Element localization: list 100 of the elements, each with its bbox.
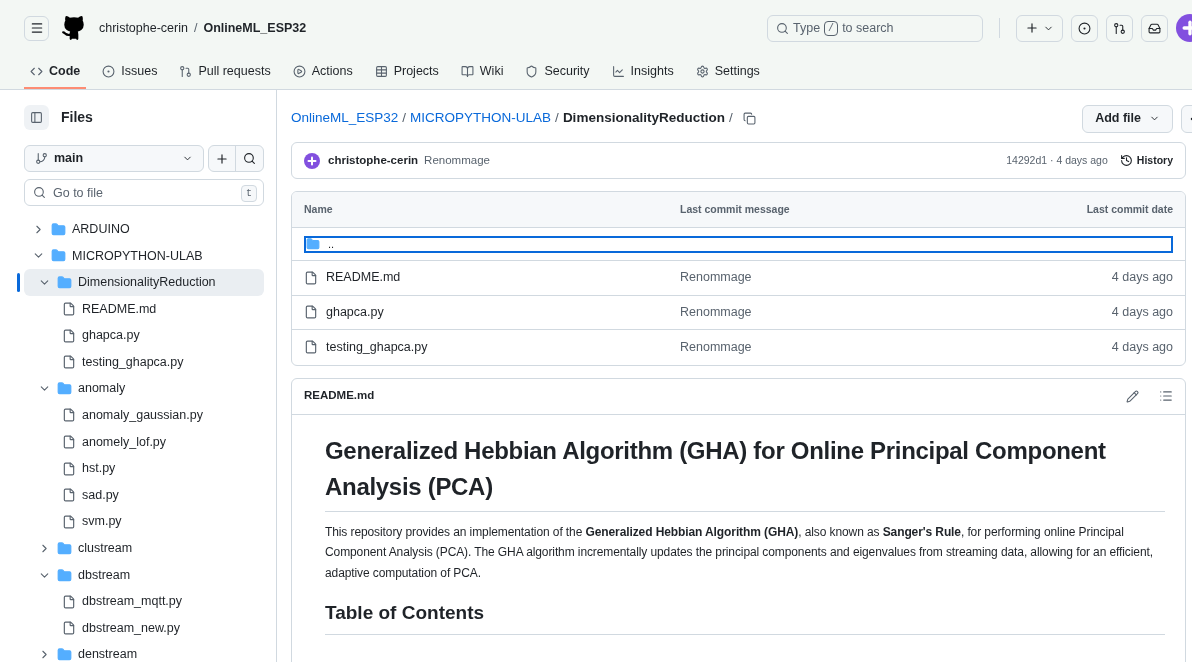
search-placeholder: Type <box>793 19 821 37</box>
parent-directory-label: .. <box>328 238 335 250</box>
sidebar-title: Files <box>61 108 93 127</box>
folder-icon <box>57 275 72 290</box>
folder-item[interactable]: anomaly <box>24 375 264 403</box>
search-field[interactable]: Type / to search <box>767 14 983 42</box>
table-icon <box>374 65 388 78</box>
folder-item[interactable]: MICROPYTHON-ULAB <box>24 242 264 270</box>
nav-tab[interactable]: Code <box>24 56 87 89</box>
create-button[interactable] <box>1016 14 1063 42</box>
commit-message-cell[interactable]: Renommage <box>680 337 1112 357</box>
collapse-sidebar-button[interactable] <box>24 105 49 130</box>
file-link[interactable]: ghapca.py <box>304 302 680 322</box>
path-separator: / <box>193 19 198 37</box>
copy-icon[interactable] <box>742 112 756 125</box>
circle-dot-icon <box>1078 21 1091 35</box>
nav-tab[interactable]: Issues <box>96 56 164 89</box>
nav-tab[interactable]: Actions <box>286 56 359 89</box>
file-item[interactable]: anomaly_gaussian.py <box>24 402 264 429</box>
nav-tab[interactable]: Security <box>519 56 596 89</box>
outline-icon[interactable] <box>1159 389 1173 403</box>
file-item[interactable]: testing_ghapca.py <box>24 348 264 376</box>
folder-item[interactable]: dbstream <box>24 561 264 589</box>
plus-icon <box>1025 21 1039 35</box>
repo-link[interactable]: OnlineML_ESP32 <box>203 18 307 38</box>
selection-indicator <box>17 273 20 292</box>
file-icon <box>62 408 76 423</box>
folder-item[interactable]: denstream <box>24 641 264 662</box>
folder-icon <box>57 567 72 583</box>
history-link[interactable]: History <box>1119 152 1173 169</box>
commit-message[interactable]: Renommage <box>424 151 490 170</box>
file-item[interactable]: svm.py <box>24 508 264 536</box>
file-item[interactable]: hst.py <box>24 455 264 482</box>
folder-icon <box>306 237 320 251</box>
nav-tab[interactable]: Insights <box>605 56 680 89</box>
shield-icon <box>525 65 539 78</box>
nav-tab[interactable]: Projects <box>368 56 445 89</box>
play-icon <box>292 65 306 78</box>
logo-icon[interactable] <box>61 15 87 41</box>
file-icon <box>62 488 76 503</box>
file-icon <box>62 355 76 370</box>
commit-sha-time[interactable]: 14292d1 · 4 days ago <box>1006 152 1108 169</box>
file-icon <box>62 302 76 317</box>
shortcut-key: / <box>824 20 839 36</box>
folder-icon <box>57 381 72 397</box>
file-icon <box>62 328 76 343</box>
column-header: Last commit message <box>680 201 791 217</box>
book-icon <box>460 65 474 78</box>
edit-icon[interactable] <box>1126 389 1139 403</box>
inbox-button[interactable] <box>1141 14 1168 42</box>
file-icon <box>62 594 76 609</box>
file-icon <box>304 340 318 355</box>
nav-tab[interactable]: Wiki <box>454 56 510 89</box>
owner-link[interactable]: christophe-cerin <box>99 18 188 38</box>
file-item[interactable]: dbstream_new.py <box>24 614 264 642</box>
pull-requests-button[interactable] <box>1106 14 1133 42</box>
file-icon <box>62 435 76 450</box>
commit-date-cell-text: 4 days ago <box>1111 338 1173 356</box>
file-icon <box>62 461 76 476</box>
breadcrumb-separator: / <box>728 109 733 128</box>
add-file-button[interactable]: Add file <box>1082 104 1173 133</box>
nav-tab[interactable]: Pull requests <box>173 56 277 89</box>
issues-button[interactable] <box>1071 14 1098 42</box>
readme-filename: README.md <box>304 388 375 404</box>
search-placeholder: to search <box>842 19 894 37</box>
inbox-icon <box>1148 21 1161 35</box>
breadcrumb-current: DimensionalityReduction <box>562 109 725 128</box>
file-icon <box>304 270 318 285</box>
branch-select[interactable]: main <box>24 145 204 172</box>
plus-icon <box>215 151 229 166</box>
search-icon <box>776 21 789 35</box>
parent-directory-row[interactable]: .. <box>304 235 1173 253</box>
gear-icon <box>695 65 709 78</box>
readme-paragraph: This repository provides an implementation of the Generalized Hebbian Algorithm (GHA), also known as Sanger's Rule, for performing online Principal Component Analysis (PCA). The GHA algorithm incrementally updates the principal components and eigenvalues from streaming data, allowing for an efficient, adaptive computation of PCA. <box>325 523 1154 582</box>
panel-icon <box>30 111 43 124</box>
column-header: Name <box>304 201 334 217</box>
folder-item[interactable]: ARDUINO <box>24 216 264 243</box>
circle-dot-icon <box>102 65 116 78</box>
nav-tab[interactable]: Settings <box>689 56 766 89</box>
folder-icon <box>51 248 66 264</box>
breadcrumb-link[interactable]: OnlineML_ESP32 <box>291 108 399 129</box>
file-item[interactable]: anomely_lof.py <box>24 428 264 456</box>
file-icon <box>62 514 76 529</box>
file-item[interactable]: README.md <box>24 295 264 323</box>
commit-author[interactable]: christophe-cerin <box>328 151 419 170</box>
file-link[interactable]: README.md <box>304 268 680 288</box>
history-icon <box>1119 154 1133 167</box>
file-link[interactable]: testing_ghapca.py <box>304 337 680 357</box>
breadcrumb-link[interactable]: MICROPYTHON-ULAB <box>410 108 552 129</box>
file-item[interactable]: sad.py <box>24 481 264 509</box>
commit-message-cell[interactable]: Renommage <box>680 302 1112 322</box>
menu-button[interactable] <box>24 15 49 41</box>
file-item[interactable]: dbstream_mqtt.py <box>24 588 264 615</box>
commit-message-cell[interactable]: Renommage <box>680 268 1112 288</box>
commit-date-cell-text: 4 days ago <box>1111 269 1173 287</box>
file-item[interactable]: ghapca.py <box>24 322 264 349</box>
folder-icon <box>51 221 66 237</box>
readme-title: Generalized Hebbian Algorithm (GHA) for Online Principal Component Analysis (PCA) <box>325 432 1165 512</box>
folder-icon <box>57 540 72 556</box>
folder-item[interactable]: clustream <box>24 535 264 562</box>
